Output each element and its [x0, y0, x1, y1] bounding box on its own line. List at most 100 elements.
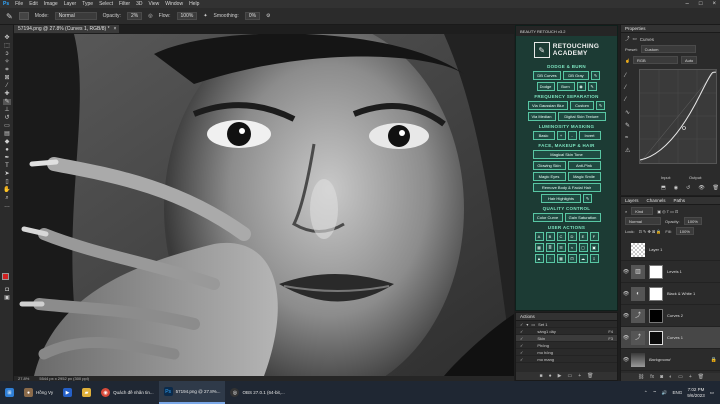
screen-mode-icon[interactable]: ▣ [3, 295, 11, 301]
flow-field[interactable]: 100% [176, 12, 198, 20]
properties-title[interactable]: Properties [625, 26, 646, 31]
history-brush-tool-icon[interactable]: ↺ [3, 115, 11, 121]
menu-edit[interactable]: Edit [29, 1, 38, 7]
new-layer-icon[interactable]: + [689, 374, 692, 380]
move-tool-icon[interactable]: ✥ [3, 35, 11, 41]
check-icon[interactable]: ✓ [520, 329, 523, 334]
dodge-tool-icon[interactable]: ● [3, 147, 11, 153]
blend-mode-select[interactable]: Normal [625, 217, 661, 225]
grid-icon[interactable]: ▦ [534, 243, 544, 252]
menu-help[interactable]: Help [189, 1, 199, 7]
document-tab[interactable]: 57194.png @ 27.8% (Curves 1, RGB/8) * × [14, 25, 119, 33]
new-set-icon[interactable]: ▭ [567, 373, 572, 379]
layer-mask[interactable] [649, 330, 663, 345]
eyedropper-tool-icon[interactable]: ⁄ [3, 83, 11, 89]
db-gray-button[interactable]: DB Gray [563, 71, 589, 80]
layer-name[interactable]: Black & White 1 [667, 291, 695, 296]
layer-row[interactable]: 👁 ▥ Levels 1 [621, 261, 720, 283]
auto-button[interactable]: Auto [680, 56, 698, 64]
action-row[interactable]: ✓ mo mang [516, 356, 617, 363]
mode-select[interactable]: Normal [54, 12, 97, 20]
trash-icon[interactable]: 🗑 [587, 373, 593, 379]
clip-icon[interactable]: ⬒ [661, 185, 666, 191]
eyedropper-white-icon[interactable]: ⁄ [625, 97, 630, 103]
user-action-b-button[interactable]: B [545, 232, 555, 241]
download-icon[interactable]: ⇩ [589, 254, 599, 263]
rectangle-tool-icon[interactable]: ▯ [3, 179, 11, 185]
opacity-field[interactable]: 2% [126, 12, 143, 20]
layer-opacity-field[interactable]: 100% [683, 217, 702, 225]
eyedropper-gray-icon[interactable]: ⁄ [625, 85, 630, 91]
grid-small-icon[interactable]: ▦ [556, 254, 566, 263]
taskbar-item-chrome[interactable]: ◉ Quách đề nhân tin... [96, 381, 159, 404]
db-brush-icon[interactable]: ✎ [591, 71, 600, 80]
db-curves-button[interactable]: DB Curves [533, 71, 561, 80]
foreground-color-swatch[interactable] [2, 273, 9, 280]
check-icon[interactable]: ✓ [520, 357, 523, 362]
clock[interactable]: 7:02 PM 9/6/2023 [687, 387, 705, 399]
brush-tool-icon[interactable]: ✎ [3, 99, 11, 105]
layer-row[interactable]: 👁 ⤴ Curves 2 [621, 305, 720, 327]
menu-window[interactable]: Window [165, 1, 183, 7]
adjustment-icon[interactable]: ◐ [669, 374, 672, 380]
add-mask-icon[interactable]: ◙ [660, 374, 663, 380]
lock-icon[interactable]: ⊡ [567, 254, 577, 263]
menu-view[interactable]: View [149, 1, 160, 7]
eye-icon[interactable]: 👁 [698, 185, 704, 191]
cloud-icon[interactable]: ☁ [578, 254, 588, 263]
dodge-button[interactable]: Dodge [536, 82, 555, 91]
quick-select-tool-icon[interactable]: ✧ [3, 59, 11, 65]
trash-icon[interactable]: 🗑 [713, 185, 719, 191]
visibility-eye-icon[interactable]: 👁 [621, 313, 631, 319]
layer-name[interactable]: Curves 1 [667, 335, 683, 340]
magic-eyes-button[interactable]: Magic Eyes [532, 172, 566, 181]
trash-icon[interactable]: 🗑 [698, 374, 704, 380]
taskbar-item-photoshop[interactable]: Ps 57194.png @ 27.8%... [158, 381, 226, 404]
zoom-tool-icon[interactable]: ⌕ [3, 195, 11, 201]
tab-layers[interactable]: Layers [625, 198, 639, 203]
visibility-eye-icon[interactable]: 👁 [621, 335, 631, 341]
crop-tool-icon[interactable]: ⌗ [3, 67, 11, 73]
wave-icon[interactable]: ≈ [567, 243, 577, 252]
layer-mask[interactable] [649, 286, 663, 301]
layer-row[interactable]: Layer 1 [621, 239, 720, 261]
curve-graph[interactable] [639, 69, 717, 164]
curve-point-icon[interactable]: ∿ [625, 109, 630, 116]
db-pen-icon[interactable]: ✎ [587, 82, 597, 91]
marquee-tool-icon[interactable]: ⬚ [3, 43, 11, 49]
glowing-skin-button[interactable]: Glowing Skin [532, 161, 566, 170]
square-icon[interactable]: ▢ [578, 243, 588, 252]
reset-icon[interactable]: ↺ [686, 185, 690, 191]
lum-minus-button[interactable]: - [567, 131, 577, 140]
menu-file[interactable]: File [15, 1, 23, 7]
layer-row-selected[interactable]: 👁 ⤴ Curves 1 [621, 327, 720, 349]
layer-name[interactable]: Curves 2 [667, 313, 683, 318]
brush-preset-picker[interactable] [18, 12, 29, 20]
menu-select[interactable]: Select [99, 1, 113, 7]
stop-icon[interactable]: ■ [540, 373, 543, 379]
menu-type[interactable]: Type [82, 1, 93, 7]
tab-channels[interactable]: Channels [647, 198, 666, 203]
group-icon[interactable]: ▭ [678, 374, 683, 380]
check-icon[interactable]: ✓ [520, 350, 523, 355]
fs-brush-icon[interactable]: ✎ [596, 101, 605, 110]
via-median-button[interactable]: Via Median [527, 112, 556, 121]
dots-icon[interactable]: ⁘ [545, 254, 555, 263]
canvas[interactable] [14, 34, 514, 376]
tab-close-icon[interactable]: × [114, 26, 117, 32]
curve-plot[interactable] [639, 69, 717, 164]
eraser-tool-icon[interactable]: ▭ [3, 123, 11, 129]
fx-icon[interactable]: fx [650, 374, 654, 380]
layer-row[interactable]: 👁 ◐ Black & White 1 [621, 283, 720, 305]
pen-tool-icon[interactable]: ✒ [3, 155, 11, 161]
hair-highlights-button[interactable]: Hair Highlights [541, 194, 581, 203]
visibility-eye-icon[interactable]: 👁 [621, 269, 631, 275]
hand-adjust-icon[interactable]: ☝ [625, 58, 630, 63]
lum-plus-button[interactable]: + [556, 131, 566, 140]
type-tool-icon[interactable]: T [3, 163, 11, 169]
taskbar-files-icon[interactable]: ▰ [77, 381, 96, 404]
taskbar-item-obs[interactable]: ◎ OBS 27.0.1 (64-bit,... [225, 381, 289, 404]
via-gaussian-blur-button[interactable]: Via Gaussian Blur [528, 101, 568, 110]
volume-icon[interactable]: 🔊 [662, 390, 668, 396]
visibility-icon[interactable]: ◉ [674, 185, 678, 191]
